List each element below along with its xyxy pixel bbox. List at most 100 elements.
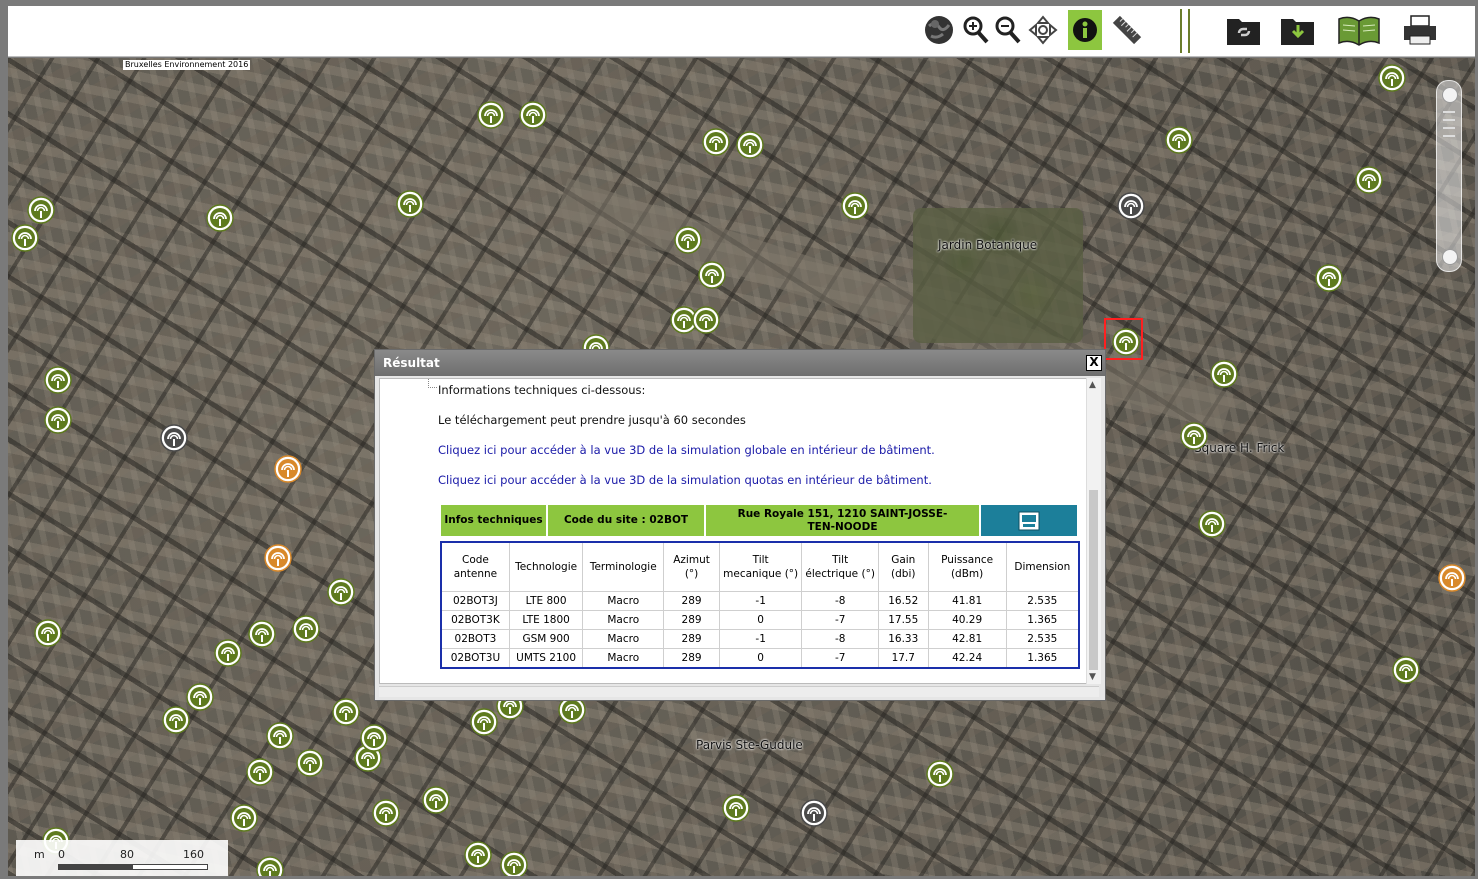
table-row: 02BOT3U UMTS 2100 Macro 289 0 -7 17.7 42.24 1.36… <box>440 648 1080 669</box>
antenna-icon <box>1180 422 1208 450</box>
antenna-icon <box>500 851 528 876</box>
table-row: 02BOT3 GSM 900 Macro 289 -1 -8 16.33 42.81 2.535 <box>440 629 1080 649</box>
antenna-marker[interactable] <box>692 306 720 334</box>
antenna-marker[interactable] <box>162 706 190 734</box>
scroll-up-icon[interactable]: ▲ <box>1089 380 1096 390</box>
antenna-marker[interactable] <box>372 799 400 827</box>
zoom-in-icon[interactable] <box>959 10 993 50</box>
zoom-in-control[interactable] <box>1442 87 1458 103</box>
antenna-marker[interactable] <box>230 804 258 832</box>
dialog-title: Résultat <box>375 350 1105 376</box>
zoom-slider[interactable] <box>1436 80 1462 272</box>
antenna-marker[interactable] <box>264 544 292 572</box>
table-cell: 02BOT3J <box>440 591 510 611</box>
antenna-marker[interactable] <box>44 366 72 394</box>
park-area <box>913 208 1083 343</box>
antenna-marker[interactable] <box>44 406 72 434</box>
link-3d-global[interactable]: Cliquez ici pour accéder à la vue 3D de … <box>438 443 935 457</box>
antenna-icon <box>519 101 547 129</box>
antenna-marker[interactable] <box>1210 360 1238 388</box>
printer-icon[interactable] <box>1400 10 1440 50</box>
antenna-marker[interactable] <box>1198 510 1226 538</box>
antenna-marker[interactable] <box>206 204 234 232</box>
antenna-icon <box>1117 192 1145 220</box>
antenna-marker[interactable] <box>332 698 360 726</box>
antenna-marker[interactable] <box>1355 166 1383 194</box>
zoom-out-icon[interactable] <box>991 10 1025 50</box>
antenna-marker[interactable] <box>477 101 505 129</box>
column-header: Puissance (dBm) <box>927 541 1007 592</box>
table-cell: 02BOT3K <box>440 610 510 630</box>
antenna-marker[interactable] <box>519 101 547 129</box>
antenna-marker[interactable] <box>470 708 498 736</box>
antenna-marker[interactable] <box>11 224 39 252</box>
antenna-marker[interactable] <box>160 424 188 452</box>
antenna-icon <box>1315 264 1343 292</box>
antenna-marker[interactable] <box>396 190 424 218</box>
antenna-marker[interactable] <box>736 131 764 159</box>
table-cell: 02BOT3 <box>440 629 510 649</box>
antenna-icon <box>1355 166 1383 194</box>
download-folder-icon[interactable] <box>1278 10 1318 50</box>
antenna-marker[interactable] <box>800 799 828 827</box>
antenna-marker[interactable] <box>1117 192 1145 220</box>
antenna-marker[interactable] <box>698 261 726 289</box>
pan-icon[interactable] <box>1026 10 1060 50</box>
antenna-marker[interactable] <box>214 639 242 667</box>
antenna-marker[interactable] <box>274 455 302 483</box>
book-icon[interactable] <box>1334 10 1384 50</box>
zoom-out-control[interactable] <box>1442 249 1458 265</box>
antenna-icon <box>264 544 292 572</box>
antenna-marker[interactable] <box>1165 126 1193 154</box>
table-cell: 42.81 <box>927 629 1007 649</box>
antenna-marker[interactable] <box>34 619 62 647</box>
ruler-icon[interactable] <box>1110 10 1144 50</box>
table-row: 02BOT3J LTE 800 Macro 289 -1 -8 16.52 41.81 2.53… <box>440 591 1080 611</box>
antenna-icon <box>1378 64 1406 92</box>
link-3d-quotas[interactable]: Cliquez ici pour accéder à la vue 3D de … <box>438 473 932 487</box>
antenna-icon <box>332 698 360 726</box>
close-button[interactable]: X <box>1086 355 1102 371</box>
antenna-marker[interactable] <box>926 760 954 788</box>
antenna-marker[interactable] <box>1378 64 1406 92</box>
antenna-icon <box>464 841 492 869</box>
antenna-icon <box>214 639 242 667</box>
antenna-marker[interactable] <box>702 128 730 156</box>
antenna-marker[interactable] <box>246 758 274 786</box>
antenna-marker[interactable] <box>841 192 869 220</box>
info-icon[interactable] <box>1068 10 1102 50</box>
antenna-marker[interactable] <box>1438 564 1466 592</box>
antenna-marker[interactable] <box>1180 422 1208 450</box>
dialog-scrollbar[interactable]: ▲ ▼ <box>1086 378 1101 684</box>
antenna-marker[interactable] <box>422 786 450 814</box>
antenna-marker[interactable] <box>327 578 355 606</box>
antenna-icon <box>1210 360 1238 388</box>
antenna-icon <box>327 578 355 606</box>
antenna-marker[interactable] <box>674 226 702 254</box>
antenna-marker[interactable] <box>722 794 750 822</box>
antenna-marker[interactable] <box>27 196 55 224</box>
antenna-marker[interactable] <box>1315 264 1343 292</box>
antenna-icon <box>27 196 55 224</box>
antenna-marker[interactable] <box>500 851 528 876</box>
antenna-icon <box>11 224 39 252</box>
scroll-thumb[interactable] <box>1089 490 1098 670</box>
column-header: Gain (dbi) <box>877 541 929 592</box>
antenna-marker[interactable] <box>266 722 294 750</box>
antenna-marker[interactable] <box>186 683 214 711</box>
antenna-marker[interactable] <box>1392 656 1420 684</box>
scroll-down-icon[interactable]: ▼ <box>1089 672 1096 682</box>
table-cell: 16.33 <box>877 629 929 649</box>
antenna-marker[interactable] <box>292 615 320 643</box>
antenna-marker[interactable] <box>360 724 388 752</box>
antenna-marker[interactable] <box>464 841 492 869</box>
antenna-table: Code antenne Technologie Terminologie Azimu… <box>440 541 1080 669</box>
antenna-marker[interactable] <box>296 749 324 777</box>
antenna-marker[interactable] <box>248 620 276 648</box>
antenna-marker[interactable] <box>256 856 284 876</box>
selected-antenna-highlight <box>1104 318 1143 360</box>
table-cell: 17.55 <box>877 610 929 630</box>
export-button[interactable] <box>980 504 1078 537</box>
link-folder-icon[interactable] <box>1224 10 1264 50</box>
globe-icon[interactable] <box>922 10 956 50</box>
